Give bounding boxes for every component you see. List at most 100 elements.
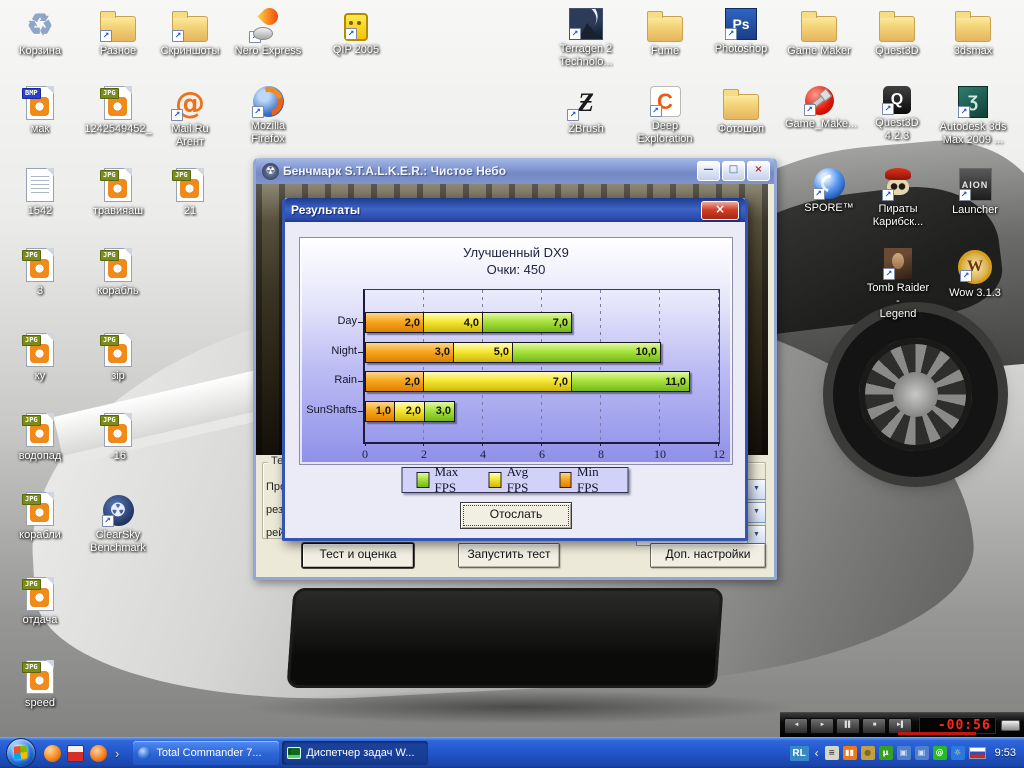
desktop-icon[interactable]: Game Maker [785, 8, 853, 58]
pause-button[interactable]: ▌▌ [836, 718, 860, 734]
start-button[interactable] [6, 738, 36, 768]
desktop-icon[interactable]: BMPмак [6, 86, 74, 136]
max-fps-bar-segment: 10,0 [513, 342, 661, 363]
txt-icon [26, 168, 54, 202]
run-test-button[interactable]: Запустить тест [458, 543, 560, 568]
qip-tray-icon[interactable]: ☼ [951, 746, 965, 760]
zbrush-icon: Ƶ↗ [568, 86, 604, 120]
taskbar-task-button[interactable]: Диспетчер задач W... [282, 741, 428, 765]
desktop-icon[interactable]: JPG21 [156, 168, 224, 218]
desktop-icon[interactable]: Ƶ↗ZBrush [552, 86, 620, 136]
desktop-icon-label: зip [84, 370, 152, 383]
desktop-icon[interactable]: Фотошоп [707, 86, 775, 136]
desktop-icon[interactable]: ↗Tomb Raider - Legend [864, 248, 932, 321]
desktop-icon[interactable]: ↗Nero Express [234, 8, 302, 58]
gold-tray-icon[interactable]: ● [861, 746, 875, 760]
avg-fps-legend-swatch [489, 472, 502, 488]
shortcut-arrow-icon: ↗ [958, 106, 970, 118]
close-button[interactable]: × [701, 201, 739, 220]
desktop-icon[interactable]: Ʒ↗Autodesk 3ds Max 2009 ... [939, 86, 1007, 147]
mailru-agent-tray-icon[interactable]: @ [933, 746, 947, 760]
russia-flag-icon[interactable] [969, 747, 986, 759]
minimize-button[interactable]: — [697, 161, 720, 181]
benchmark-window-titlebar[interactable]: ☢ Бенчмарк S.T.A.L.K.E.R.: Чистое Небо —… [256, 158, 774, 184]
network-tray-icon-2[interactable]: ▣ [915, 746, 929, 760]
axis-tick [365, 442, 366, 446]
desktop-icon[interactable]: JPGкорабли [6, 492, 74, 542]
desktop-icon-label: корабли [6, 529, 74, 542]
desktop-icon[interactable]: JPG3 [6, 248, 74, 298]
avira-quicklaunch[interactable] [90, 745, 107, 762]
mailru-icon: @↗ [172, 86, 208, 120]
desktop-icon[interactable]: JPGку [6, 333, 74, 383]
desktop-icon[interactable]: JPGкорабль [84, 248, 152, 298]
tray-collapse-icon[interactable]: ‹ [815, 746, 819, 760]
prev-button[interactable]: ◄ [784, 718, 808, 734]
desktop-icon[interactable]: ♻Корзина [6, 8, 74, 58]
desktop-icon-label: Photoshop [707, 43, 775, 56]
image-thumb [30, 97, 49, 116]
axis-tick [600, 442, 601, 446]
bar-row: 2,07,011,0 [365, 371, 690, 392]
desktop-icon[interactable]: ↗Скриншоты [156, 8, 224, 58]
send-results-button[interactable]: Отослать [460, 502, 572, 529]
network-tray-icon-1[interactable]: ▣ [897, 746, 911, 760]
player-progress-bar[interactable] [898, 732, 976, 735]
desktop-icon[interactable]: Ps↗Photoshop [707, 8, 775, 56]
desktop-icon[interactable]: ☢↗ClearSky Benchmark [84, 495, 152, 555]
stop-button[interactable]: ■ [862, 718, 886, 734]
desktop-icon[interactable]: JPGspeed [6, 660, 74, 710]
desktop-icon[interactable]: 3dsmax [939, 8, 1007, 58]
shortcut-arrow-icon: ↗ [102, 515, 114, 527]
maximize-button[interactable]: □ [722, 161, 745, 181]
desktop-icon[interactable]: W↗Wow 3.1.3 [941, 250, 1009, 300]
desktop-icon[interactable]: @↗Mail.Ru Агент [156, 86, 224, 149]
desktop-icon[interactable]: ↗Пираты Карибск... [864, 168, 932, 229]
language-indicator[interactable]: RL [790, 746, 809, 761]
taskbar-clock[interactable]: 9:53 [995, 747, 1016, 759]
desktop-icon[interactable]: ↗Game_Make... [785, 86, 853, 131]
desktop-icon-label: 3dsmax [939, 45, 1007, 58]
desktop-icon[interactable]: 1542 [6, 168, 74, 218]
desktop-icon[interactable]: ↗QIP 2005 [322, 8, 390, 57]
desktop-icon[interactable]: JPGводопад [6, 413, 74, 463]
gridline [718, 290, 719, 442]
desktop-icon[interactable]: JPGотдача [6, 577, 74, 627]
jpg-icon: JPG [104, 413, 132, 447]
desktop-icon-label: ку [6, 370, 74, 383]
desktop-icon[interactable]: ↗SPORE™ [795, 168, 863, 215]
desktop-icon[interactable]: AION↗Launcher [941, 168, 1009, 217]
desktop-icon[interactable]: JPG-16 [84, 413, 152, 463]
test-and-score-button[interactable]: Тест и оценка [302, 543, 414, 568]
desktop-icon-label: Deep Exploration [631, 120, 699, 146]
chevron-down-icon[interactable]: ▼ [747, 480, 765, 499]
advanced-settings-button[interactable]: Доп. настройки [650, 543, 766, 568]
results-dialog-titlebar[interactable]: Результаты × [285, 198, 745, 222]
desktop-icon[interactable]: Fume [631, 8, 699, 58]
desktop-icon[interactable]: JPG1242549452_ [84, 86, 152, 136]
firefox-quicklaunch[interactable] [44, 745, 61, 762]
desktop-icon[interactable]: C↗Deep Exploration [631, 86, 699, 146]
chevron-down-icon[interactable]: ▼ [747, 503, 765, 522]
winamp-tray-icon[interactable]: ▮▮ [843, 746, 857, 760]
utorrent-tray-icon[interactable]: µ [879, 746, 893, 760]
volume-slider[interactable] [1001, 720, 1020, 731]
folder-icon [647, 16, 683, 42]
desktop-icon[interactable]: ↗Разное [84, 8, 152, 58]
desktop-icon-label: водопад [6, 450, 74, 463]
desktop-icon[interactable]: ↗Mozilla Firefox [234, 86, 302, 146]
save-quicklaunch[interactable] [67, 745, 84, 762]
taskbar-task-button[interactable]: Total Commander 7... [133, 741, 279, 765]
close-button[interactable]: × [747, 161, 770, 181]
max-fps-bar-segment: 11,0 [572, 371, 690, 392]
notes-tray-icon[interactable]: ≡ [825, 746, 839, 760]
max-fps-legend-swatch [417, 472, 430, 488]
desktop-icon[interactable]: Q↗Quest3D 4.2.3 [863, 86, 931, 143]
chart-legend: Max FPSAvg FPSMin FPS [402, 467, 629, 493]
quick-launch-chevron-icon[interactable]: › [115, 746, 119, 761]
desktop-icon[interactable]: JPGтравияаш [84, 168, 152, 218]
desktop-icon[interactable]: JPGзip [84, 333, 152, 383]
desktop-icon[interactable]: ↗Terragen 2 Technolo... [552, 8, 620, 69]
play-button[interactable]: ► [810, 718, 834, 734]
desktop-icon[interactable]: Quest3D [863, 8, 931, 58]
